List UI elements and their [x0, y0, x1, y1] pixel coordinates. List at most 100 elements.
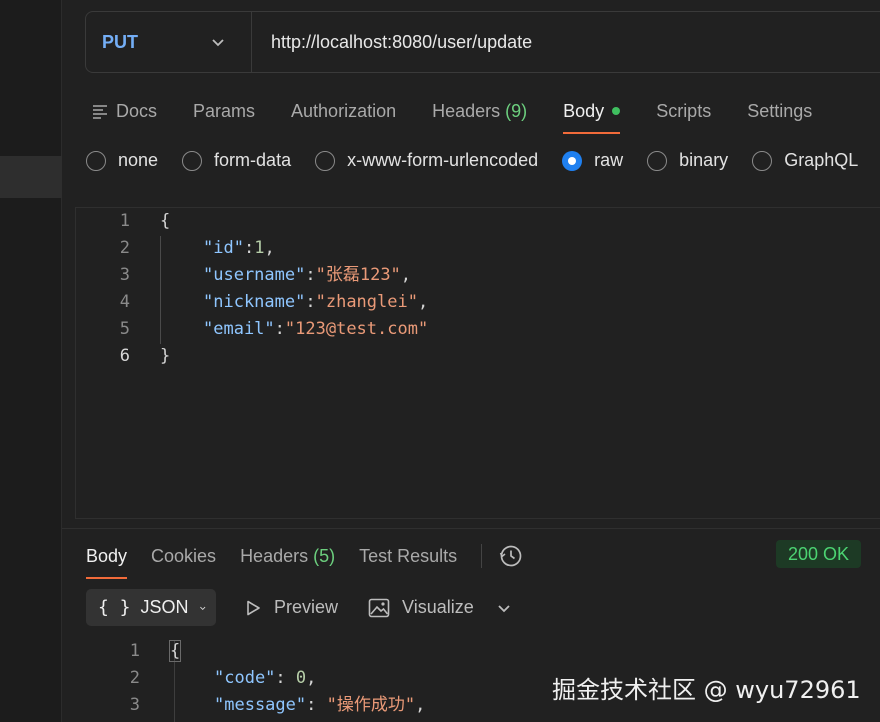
code-line: "nickname":"zhanglei",	[203, 289, 428, 316]
visualize-button[interactable]: Visualize	[368, 597, 474, 618]
request-body-editor[interactable]: 1 2 3 4 5 6 { "id":1, "username":"张磊123"…	[75, 207, 880, 519]
docs-icon	[93, 105, 107, 119]
json-key: "id"	[203, 238, 244, 258]
radio-button-selected[interactable]	[562, 150, 583, 171]
visualize-label: Visualize	[402, 597, 474, 617]
chevron-down-icon[interactable]	[496, 600, 512, 616]
json-colon: :	[305, 265, 316, 285]
json-key: "message"	[214, 695, 307, 715]
line-number: 2	[119, 238, 130, 258]
code-line: "email":"123@test.com"	[203, 316, 428, 343]
json-value: 1	[254, 238, 265, 258]
preview-button[interactable]: Preview	[244, 597, 338, 618]
radio-raw[interactable]: raw	[562, 150, 623, 171]
method-dropdown[interactable]: PUT	[86, 12, 252, 72]
response-tab-headers[interactable]: Headers (5)	[240, 545, 335, 567]
tab-scripts-label: Scripts	[656, 100, 712, 121]
format-label: JSON	[140, 597, 189, 617]
json-key: "nickname"	[203, 292, 306, 312]
tab-params-label: Params	[193, 100, 256, 121]
line-number: 3	[119, 265, 130, 285]
radio-graphql[interactable]: GraphQL	[752, 150, 858, 171]
json-value: "123@test.com"	[284, 319, 429, 339]
json-value: "zhanglei"	[315, 292, 418, 312]
status-badge: 200 OK	[776, 540, 862, 568]
tab-headers[interactable]: Headers (9)	[432, 96, 527, 126]
json-colon: :	[243, 238, 255, 258]
response-tab-body-label: Body	[86, 545, 128, 566]
json-comma: ,	[417, 292, 429, 312]
radio-label: x-www-form-urlencoded	[347, 150, 539, 170]
image-icon	[368, 598, 390, 617]
line-number: 3	[129, 695, 140, 715]
indent-guide	[160, 236, 161, 344]
line-number: 2	[129, 668, 140, 688]
preview-label: Preview	[274, 597, 339, 617]
radio-x-www-form-urlencoded[interactable]: x-www-form-urlencoded	[315, 150, 538, 171]
sidebar-selected-item[interactable]	[0, 156, 62, 198]
response-tab-body[interactable]: Body	[86, 545, 128, 579]
line-number: 5	[119, 319, 130, 339]
json-key: "email"	[203, 319, 275, 339]
tab-settings-label: Settings	[747, 100, 813, 121]
json-key: "username"	[203, 265, 306, 285]
response-tabs: Body Cookies Headers (5) Test Results	[86, 543, 524, 579]
tab-docs[interactable]: Docs	[92, 96, 157, 126]
request-tabs: Docs Params Authorization Headers (9) Bo…	[92, 96, 848, 136]
code-line: {	[168, 638, 182, 665]
radio-button[interactable]	[752, 150, 773, 171]
tab-separator	[481, 544, 483, 568]
tab-params[interactable]: Params	[193, 96, 255, 126]
radio-button[interactable]	[86, 150, 106, 171]
response-divider	[62, 528, 880, 529]
url-input[interactable]: http://localhost:8080/user/update	[252, 32, 532, 53]
line-number: 1	[129, 641, 140, 661]
tab-authorization[interactable]: Authorization	[291, 96, 396, 126]
open-brace: {	[168, 640, 182, 662]
response-tab-test-results-label: Test Results	[359, 545, 458, 566]
line-number: 1	[119, 211, 130, 231]
json-comma: ,	[264, 238, 275, 258]
radio-binary[interactable]: binary	[647, 150, 728, 171]
code-line: "id":1,	[203, 235, 275, 262]
headers-count: (9)	[505, 100, 528, 121]
body-type-radios: none form-data x-www-form-urlencoded raw…	[86, 150, 880, 171]
open-brace: {	[160, 211, 171, 231]
response-tab-cookies-label: Cookies	[151, 545, 217, 566]
tab-body[interactable]: Body	[563, 96, 621, 134]
play-icon	[247, 600, 260, 615]
history-icon[interactable]	[498, 543, 524, 569]
json-comma: ,	[415, 695, 426, 715]
tab-scripts[interactable]: Scripts	[656, 96, 711, 126]
json-colon: :	[275, 668, 296, 688]
radio-none[interactable]: none	[86, 150, 158, 171]
json-colon: :	[274, 319, 285, 339]
radio-label: none	[118, 150, 159, 170]
radio-form-data[interactable]: form-data	[182, 150, 291, 171]
request-url-bar: PUT http://localhost:8080/user/update	[85, 11, 880, 73]
code-line: {	[160, 208, 170, 235]
response-tab-cookies[interactable]: Cookies	[151, 545, 216, 567]
code-line: }	[160, 343, 170, 370]
response-format-row: { } JSON Preview Visualize	[86, 589, 512, 626]
braces-icon: { }	[98, 597, 131, 618]
code-line: "message": "操作成功",	[214, 692, 425, 719]
tab-authorization-label: Authorization	[291, 100, 397, 121]
format-dropdown[interactable]: { } JSON	[86, 589, 216, 626]
json-value: "操作成功"	[326, 695, 416, 715]
left-sidebar	[0, 0, 62, 722]
radio-button[interactable]	[315, 150, 336, 171]
radio-button[interactable]	[182, 150, 203, 171]
body-indicator-dot	[612, 107, 621, 115]
json-colon: :	[306, 695, 327, 715]
response-tab-headers-label: Headers	[240, 545, 309, 566]
chevron-down-icon	[199, 606, 205, 610]
radio-button[interactable]	[647, 150, 668, 171]
tab-settings[interactable]: Settings	[747, 96, 812, 126]
tab-body-label: Body	[563, 100, 605, 121]
chevron-down-icon	[212, 39, 224, 47]
radio-label: raw	[594, 150, 624, 170]
response-tab-test-results[interactable]: Test Results	[359, 545, 457, 567]
json-comma: ,	[306, 668, 317, 688]
method-label: PUT	[102, 31, 138, 52]
